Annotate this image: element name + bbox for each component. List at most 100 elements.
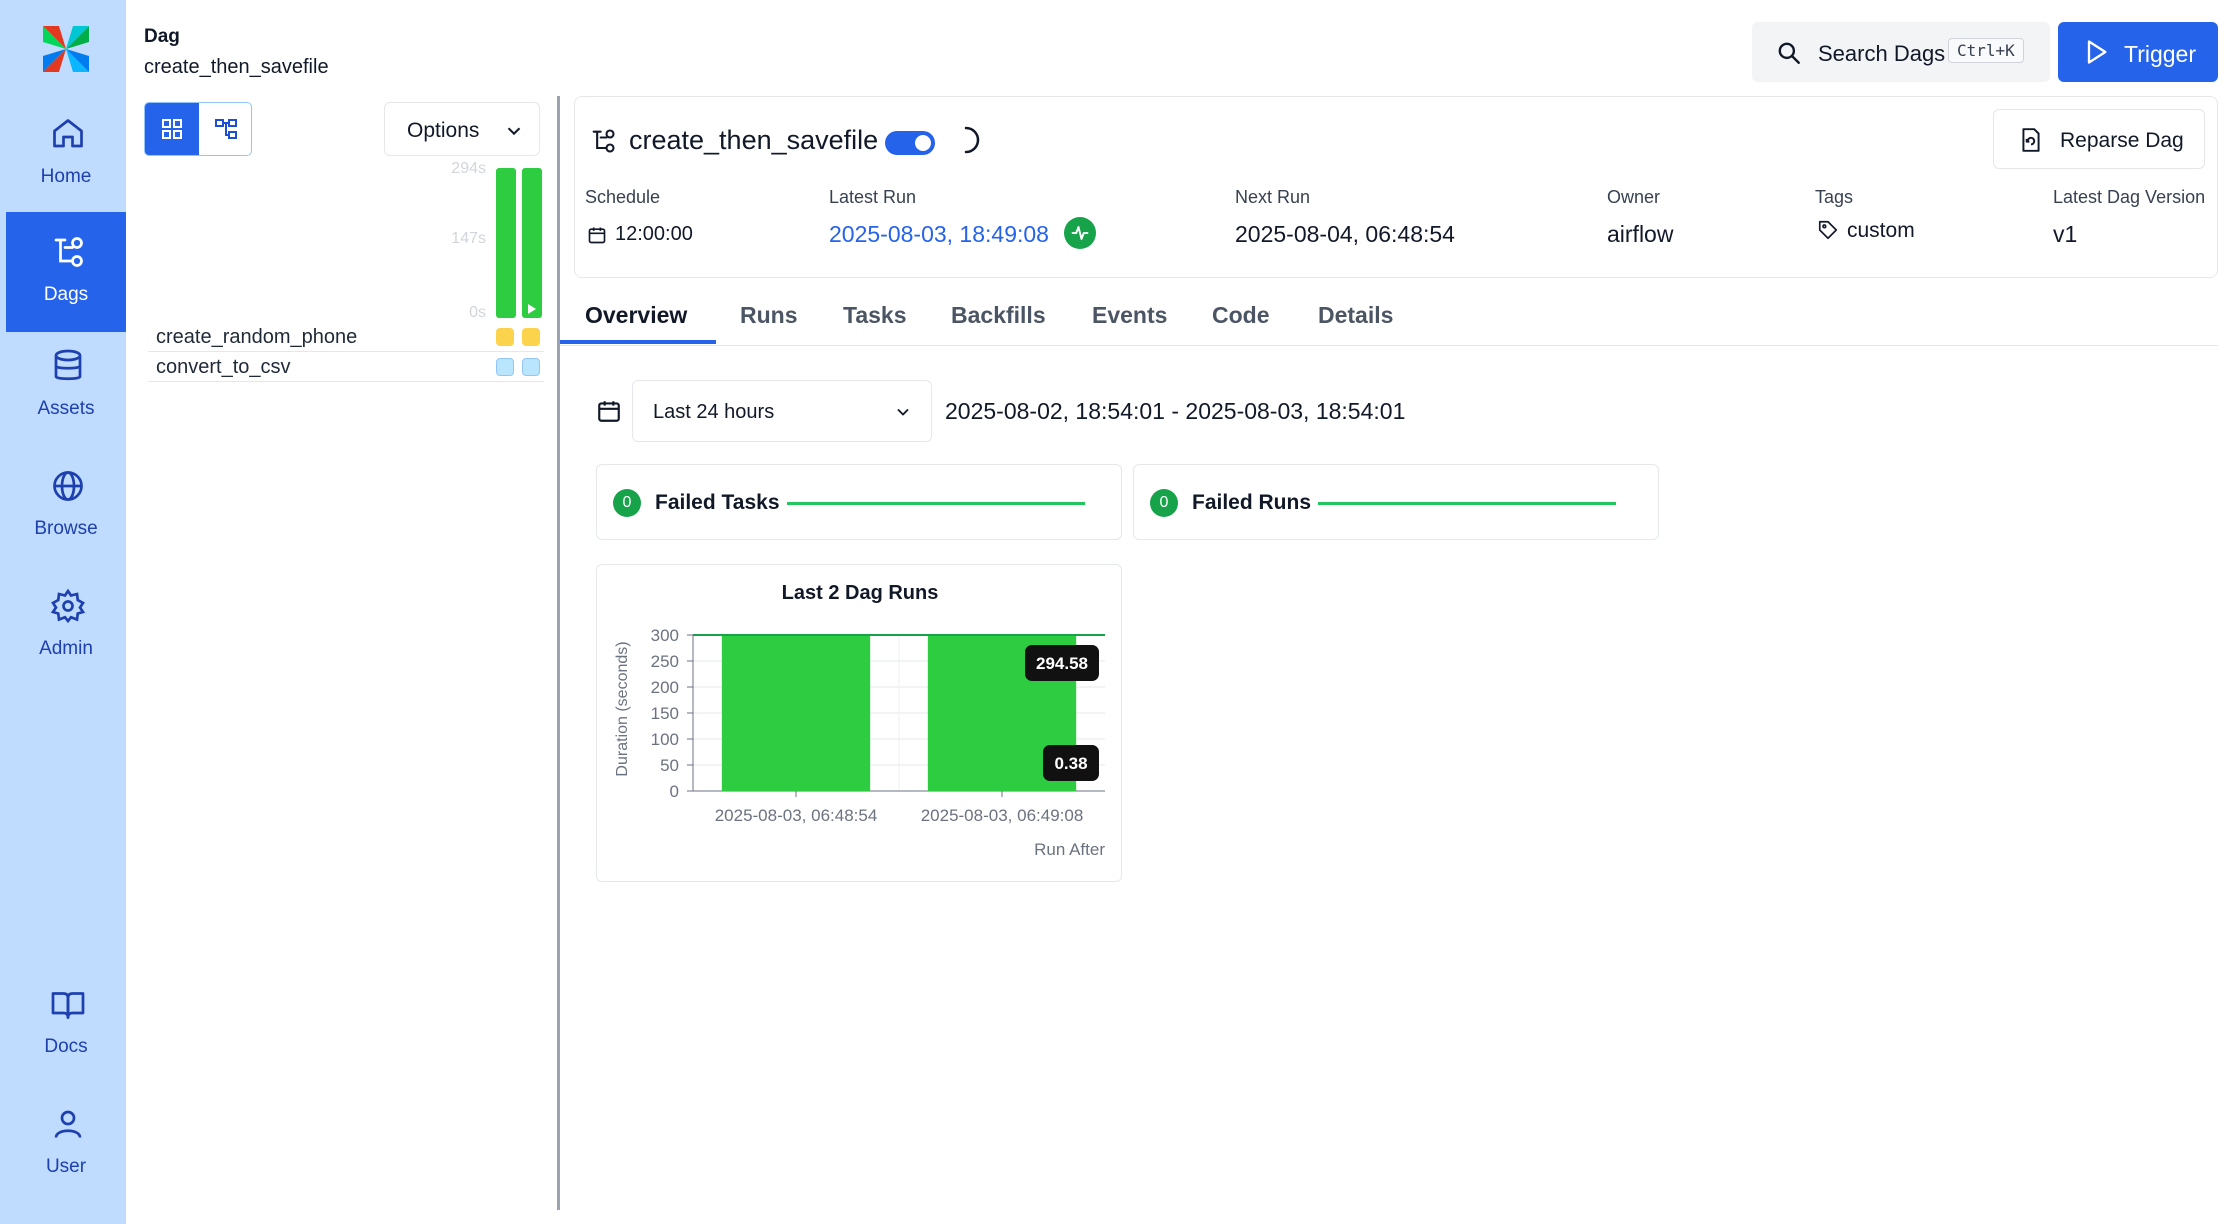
grid-run-bar[interactable] [522,168,542,318]
sidebar-item-user[interactable]: User [6,1084,126,1204]
chart-title: Last 2 Dag Runs [782,582,939,604]
panel-resize-handle[interactable] [557,96,560,1210]
database-icon [54,349,82,381]
pause-toggle[interactable] [885,131,935,155]
chart-y-tick-label: 100 [651,730,679,749]
toggle-knob [915,135,931,151]
task-row[interactable]: convert_to_csv [148,352,544,382]
sidebar-item-label: Browse [34,518,98,539]
sidebar-item-label: Home [40,166,92,187]
calendar-icon [598,401,620,422]
latest-run-link[interactable]: 2025-08-03, 18:49:08 [829,221,1049,248]
failed-runs-card[interactable]: 0 Failed Runs [1133,464,1659,540]
sidebar-item-label: User [45,1156,87,1177]
file-refresh-icon [2022,128,2040,152]
chart-y-tick-label: 250 [651,652,679,671]
tag-icon [1818,220,1838,240]
task-instance-none[interactable] [522,358,540,376]
heartbeat-icon [1071,226,1089,240]
grid-run-bar[interactable] [496,168,516,318]
tab-tasks[interactable]: Tasks [843,302,907,329]
tags-label: Tags [1815,187,1854,207]
time-range-value: Last 24 hours [653,401,775,423]
last-dag-runs-chart-card: Last 2 Dag Runs 0 50 100 150 200 250 300 2025-… [596,564,1122,882]
sidebar-item-home[interactable]: Home [6,94,126,214]
tag-custom[interactable]: custom [1847,219,1915,243]
chart-x-tick-label: 2025-08-03, 06:48:54 [715,806,878,825]
sidebar-item-label: Dags [43,284,89,305]
chart-y-tick-label: 200 [651,678,679,697]
sidebar-item-browse[interactable]: Browse [6,446,126,566]
duration-tick: 0s [469,304,486,321]
chart-y-tick-label: 50 [660,756,679,775]
airflow-logo[interactable] [37,20,95,78]
home-icon [53,119,83,148]
chart-y-axis-label: Duration (seconds) [614,641,631,776]
trigger-label: Trigger [2124,41,2196,67]
dag-tabs: Overview Runs Tasks Backfills Events Cod… [560,290,2218,346]
task-instance-upstream-failed[interactable] [496,328,514,346]
trigger-button[interactable]: Trigger [2058,22,2218,82]
task-instance-upstream-failed[interactable] [522,328,540,346]
breadcrumb-dag-name[interactable]: create_then_savefile [144,56,329,79]
chart-data-label-text: 0.38 [1054,754,1087,773]
dag-title: create_then_savefile [629,125,879,155]
latest-dag-version-value: v1 [2053,221,2078,247]
failed-tasks-card[interactable]: 0 Failed Tasks [596,464,1122,540]
sidebar-item-label: Docs [44,1036,88,1057]
latest-run-label: Latest Run [829,187,917,207]
chart-x-axis-label: Run After [1034,840,1105,859]
sidebar-item-assets[interactable]: Assets [6,326,126,446]
sidebar-item-dags[interactable]: Dags [6,212,126,332]
duration-tick: 294s [451,160,486,177]
options-dropdown[interactable]: Options [384,102,540,156]
sidebar-item-label: Admin [39,638,93,659]
loading-spinner-icon [964,126,980,154]
chart-bar [721,635,871,791]
tab-backfills[interactable]: Backfills [951,302,1046,329]
reparse-dag-button[interactable]: Reparse Dag [1993,109,2205,169]
dag-header-card: create_then_savefile Reparse Dag Schedul… [574,96,2218,278]
failed-tasks-count: 0 [613,489,641,517]
dag-icon [592,129,615,153]
chevron-down-icon [897,408,909,416]
sidebar-item-docs[interactable]: Docs [6,964,126,1084]
chart-x-tick-label: 2025-08-03, 06:49:08 [921,806,1084,825]
tab-overview[interactable]: Overview [585,302,687,329]
chart-y-tick-label: 300 [651,626,679,645]
task-row[interactable]: create_random_phone [148,322,544,352]
book-icon [51,992,85,1019]
grid-view-button[interactable] [145,103,199,155]
play-icon [2087,40,2107,64]
schedule-label: Schedule [585,187,661,207]
dags-icon [54,237,83,267]
time-range-text: 2025-08-02, 18:54:01 - 2025-08-03, 18:54… [945,398,1406,424]
latest-dag-version-label: Latest Dag Version [2053,187,2206,207]
last-dag-runs-chart: Last 2 Dag Runs 0 50 100 150 200 250 300 2025-… [614,582,1105,859]
grid-icon [162,119,182,139]
graph-icon [215,119,237,139]
owner-value[interactable]: airflow [1607,221,1673,248]
failed-tasks-label: Failed Tasks [655,491,780,514]
task-name: create_random_phone [156,326,358,348]
breadcrumb-label: Dag [144,26,180,47]
graph-view-button[interactable] [199,103,251,155]
next-run-label: Next Run [1235,187,1311,207]
tab-runs[interactable]: Runs [740,302,798,329]
failed-runs-label: Failed Runs [1192,491,1312,514]
chart-data-label: 0.38 [1043,745,1099,781]
search-dags-button[interactable]: Search Dags Ctrl+K [1752,22,2050,82]
schedule-value: 12:00:00 [615,223,693,245]
chevron-down-icon [507,127,521,136]
globe-icon [53,471,83,501]
tab-details[interactable]: Details [1318,302,1393,329]
time-range-select[interactable]: Last 24 hours [632,380,932,442]
tab-code[interactable]: Code [1212,302,1270,329]
tab-events[interactable]: Events [1092,302,1167,329]
task-instance-none[interactable] [496,358,514,376]
chart-y-tick-label: 150 [651,704,679,723]
sidebar-item-admin[interactable]: Admin [6,566,126,686]
active-tab-indicator [560,340,716,344]
search-dags-label: Search Dags [1818,41,1946,66]
view-toggle [144,102,252,156]
